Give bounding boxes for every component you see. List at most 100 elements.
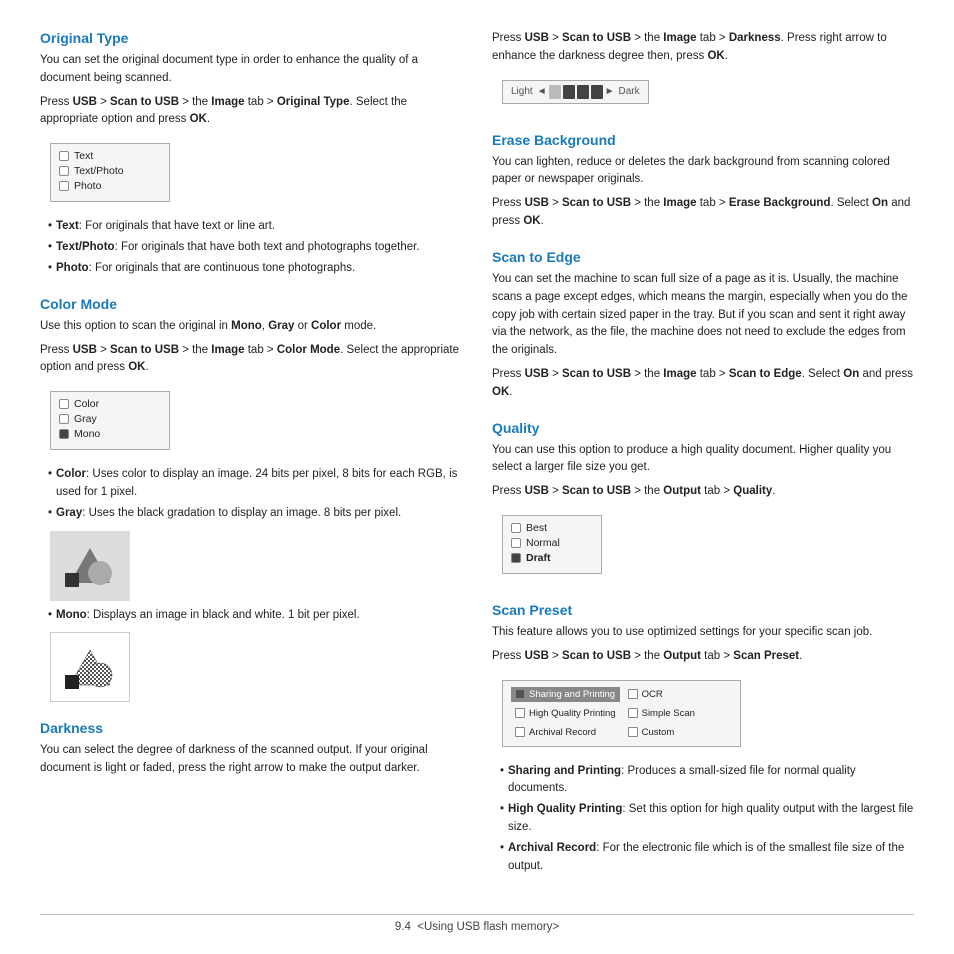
preset-custom: Custom (624, 725, 733, 740)
bullet-sharing: Sharing and Printing: Produces a small-s… (500, 763, 914, 799)
preset-check-sharing (515, 689, 525, 699)
slider-left-arrow: ◄ (537, 86, 547, 97)
preset-label-archival: Archival Record (529, 727, 596, 738)
color-image-svg (60, 538, 120, 593)
quality-row-normal: Normal (511, 537, 593, 549)
erase-background-para: You can lighten, reduce or deletes the d… (492, 154, 914, 190)
bullet-textphoto: Text/Photo: For originals that have both… (48, 239, 462, 257)
mock-label-textphoto: Text/Photo (74, 165, 124, 177)
mock-label-text: Text (74, 150, 93, 162)
bullet-gray: Gray: Uses the black gradation to displa… (48, 505, 462, 523)
quality-instruction: Press USB > Scan to USB > the Output tab… (492, 483, 914, 501)
preset-sharing-printing: Sharing and Printing (511, 687, 620, 702)
mock-row-color: Color (59, 398, 161, 410)
color-mode-mockup: Color Gray Mono (50, 391, 170, 450)
preset-label-sharing: Sharing and Printing (529, 689, 615, 700)
bullet-mono: Mono: Displays an image in black and whi… (48, 607, 462, 625)
preset-label-simple: Simple Scan (642, 708, 695, 719)
bullet-color: Color: Uses color to display an image. 2… (48, 466, 462, 502)
right-column: Press USB > Scan to USB > the Image tab … (492, 30, 914, 884)
mock-row-textphoto: Text/Photo (59, 165, 161, 177)
preset-label-ocr: OCR (642, 689, 663, 700)
preset-simple-scan: Simple Scan (624, 706, 733, 721)
slider-track: ◄ ► (537, 85, 615, 99)
original-type-heading: Original Type (40, 30, 462, 46)
preset-ocr: OCR (624, 687, 733, 702)
mock-row-photo: Photo (59, 180, 161, 192)
mock-label-photo: Photo (74, 180, 101, 192)
erase-background-instruction: Press USB > Scan to USB > the Image tab … (492, 195, 914, 231)
quality-row-draft: Draft (511, 552, 593, 564)
color-mode-para: Use this option to scan the original in … (40, 318, 462, 336)
preset-check-simple (628, 708, 638, 718)
preset-grid: Sharing and Printing OCR High Quality Pr… (511, 687, 732, 740)
quality-label-normal: Normal (526, 537, 560, 549)
bullet-photo: Photo: For originals that are continuous… (48, 260, 462, 278)
mock-radio-text (59, 151, 69, 161)
quality-row-best: Best (511, 522, 593, 534)
slider-right-arrow: ► (605, 86, 615, 97)
color-image-mockup (50, 531, 130, 601)
color-mode-instruction: Press USB > Scan to USB > the Image tab … (40, 342, 462, 378)
segment-2 (563, 85, 575, 99)
segment-3 (577, 85, 589, 99)
quality-para: You can use this option to produce a hig… (492, 442, 914, 478)
mono-image-svg (60, 640, 120, 695)
slider-light-label: Light (511, 86, 533, 97)
scan-preset-bullets: Sharing and Printing: Produces a small-s… (500, 763, 914, 876)
scan-preset-instruction: Press USB > Scan to USB > the Output tab… (492, 648, 914, 666)
preset-label-hq: High Quality Printing (529, 708, 616, 719)
darkness-para: You can select the degree of darkness of… (40, 742, 462, 778)
scan-to-edge-para: You can set the machine to scan full siz… (492, 271, 914, 360)
original-type-para: You can set the original document type i… (40, 52, 462, 88)
page-number: 9.4 (395, 921, 411, 933)
segment-1 (549, 85, 561, 99)
mock-radio-gray (59, 414, 69, 424)
mono-bullet-list: Mono: Displays an image in black and whi… (48, 607, 462, 625)
quality-mockup: Best Normal Draft (502, 515, 602, 574)
darkness-instruction: Press USB > Scan to USB > the Image tab … (492, 30, 914, 66)
slider-dark-label: Dark (619, 86, 640, 97)
preset-check-custom (628, 727, 638, 737)
mock-row-gray: Gray (59, 413, 161, 425)
preset-archival: Archival Record (511, 725, 620, 740)
mock-label-gray: Gray (74, 413, 97, 425)
bullet-archival: Archival Record: For the electronic file… (500, 840, 914, 876)
darkness-heading: Darkness (40, 720, 462, 736)
left-column: Original Type You can set the original d… (40, 30, 462, 884)
bullet-text: Text: For originals that have text or li… (48, 218, 462, 236)
mock-radio-textphoto (59, 166, 69, 176)
preset-check-ocr (628, 689, 638, 699)
mock-radio-photo (59, 181, 69, 191)
mock-radio-color (59, 399, 69, 409)
quality-heading: Quality (492, 420, 914, 436)
mock-label-mono: Mono (74, 428, 100, 440)
preset-label-custom: Custom (642, 727, 675, 738)
erase-background-heading: Erase Background (492, 132, 914, 148)
quality-radio-draft (511, 553, 521, 563)
mono-image-mockup (50, 632, 130, 702)
color-mode-heading: Color Mode (40, 296, 462, 312)
scan-preset-mockup: Sharing and Printing OCR High Quality Pr… (502, 680, 741, 747)
bullet-hq-printing: High Quality Printing: Set this option f… (500, 801, 914, 837)
scan-preset-para: This feature allows you to use optimized… (492, 624, 914, 642)
segment-4 (591, 85, 603, 99)
mock-row-mono: Mono (59, 428, 161, 440)
preset-check-hq (515, 708, 525, 718)
scan-preset-heading: Scan Preset (492, 602, 914, 618)
mock-radio-mono (59, 429, 69, 439)
scan-to-edge-instruction: Press USB > Scan to USB > the Image tab … (492, 366, 914, 402)
scan-to-edge-heading: Scan to Edge (492, 249, 914, 265)
quality-radio-normal (511, 538, 521, 548)
original-type-bullets: Text: For originals that have text or li… (48, 218, 462, 277)
quality-label-draft: Draft (526, 552, 551, 564)
darkness-slider-mockup: Light ◄ ► Dark (502, 80, 649, 104)
original-type-mockup: Text Text/Photo Photo (50, 143, 170, 202)
mock-row-text: Text (59, 150, 161, 162)
footer-context: <Using USB flash memory> (417, 921, 559, 933)
color-mode-bullets: Color: Uses color to display an image. 2… (48, 466, 462, 522)
mock-label-color: Color (74, 398, 99, 410)
quality-radio-best (511, 523, 521, 533)
preset-check-archival (515, 727, 525, 737)
page-footer: 9.4 <Using USB flash memory> (40, 914, 914, 933)
